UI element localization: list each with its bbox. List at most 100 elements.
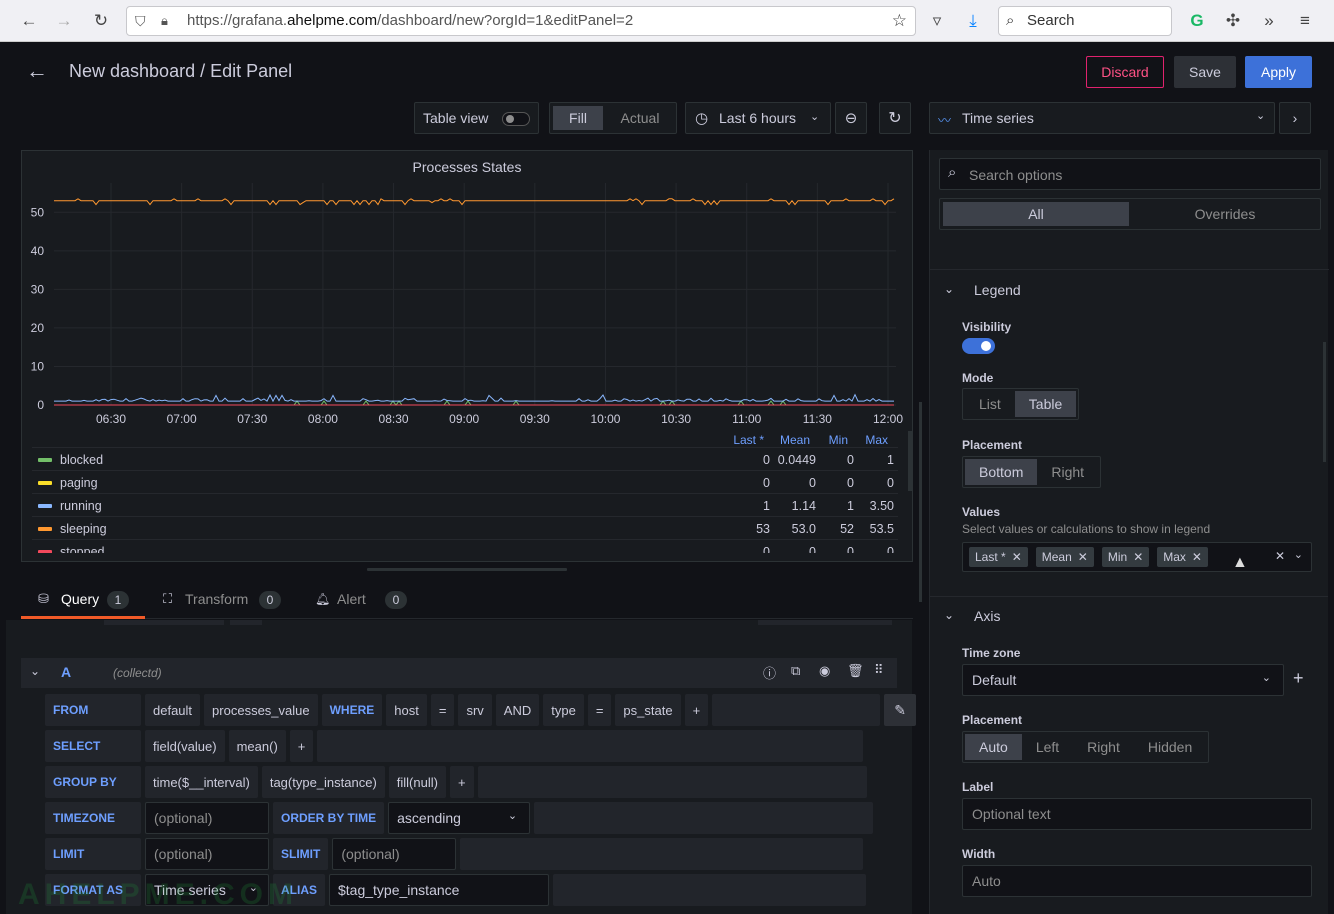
axis-right-option[interactable]: Right (1073, 734, 1134, 760)
axis-section-title[interactable]: Axis (974, 608, 1000, 624)
timezone-select[interactable]: Default ⌄ (962, 664, 1284, 696)
tab-alert[interactable]: 🔔︎ Alert 0 (315, 581, 415, 619)
overflow-chevrons-icon[interactable]: » (1256, 8, 1282, 34)
menu-icon[interactable]: ≡ (1292, 8, 1318, 34)
reload-icon[interactable]: ↻ (88, 8, 114, 34)
tab-overrides[interactable]: Overrides (1132, 202, 1318, 226)
back-arrow-icon[interactable]: ← (16, 8, 42, 34)
remove-x-icon[interactable]: ✕ (1133, 550, 1143, 564)
save-button[interactable]: Save (1174, 56, 1236, 88)
remove-x-icon[interactable]: ✕ (1012, 550, 1022, 564)
groupby-time[interactable]: time($__interval) (145, 766, 258, 798)
axis-collapse-icon[interactable]: ⌄ (944, 608, 954, 622)
extension-icon[interactable]: ✣ (1220, 8, 1246, 34)
chevron-down-icon[interactable]: ⌄ (1294, 548, 1303, 561)
clear-x-icon[interactable]: ✕ (1275, 549, 1285, 563)
legend-row[interactable]: sleeping 53 53.0 52 53.5 (32, 516, 898, 539)
add-where-button[interactable]: + (684, 694, 709, 726)
values-multiselect[interactable]: Last * ✕ Mean ✕ Min ✕ Max ✕ ✕ ⌄ (962, 542, 1312, 572)
legend-row[interactable]: paging 0 0 0 0 (32, 470, 898, 493)
fill-option[interactable]: Fill (553, 106, 603, 130)
zoom-out-icon[interactable]: ⊖ (835, 102, 867, 134)
pencil-icon[interactable]: ✎ (884, 694, 917, 726)
select-aggregation[interactable]: mean() (228, 730, 286, 762)
mode-list-option[interactable]: List (965, 391, 1015, 417)
tab-transform[interactable]: ⛶ Transform 0 (163, 581, 293, 619)
alias-input[interactable]: $tag_type_instance (329, 874, 549, 906)
trash-icon[interactable]: 🗑︎ (847, 663, 864, 679)
time-range-picker[interactable]: ◷ Last 6 hours ⌄ (685, 102, 831, 134)
tab-query[interactable]: ⛁ Query 1 (21, 581, 145, 619)
legend-header-cell[interactable]: Last * (733, 433, 764, 447)
eye-icon[interactable]: ◉ (819, 663, 830, 679)
legend-row[interactable]: running 1 1.14 1 3.50 (32, 493, 898, 516)
timezone-input[interactable]: (optional) (145, 802, 269, 834)
select-field[interactable]: field(value) (145, 730, 225, 762)
axis-left-option[interactable]: Left (1022, 734, 1073, 760)
placement-bottom-option[interactable]: Bottom (965, 459, 1038, 485)
groupby-tag[interactable]: tag(type_instance) (261, 766, 385, 798)
remove-x-icon[interactable]: ✕ (1192, 550, 1202, 564)
refresh-icon[interactable]: ↻ (879, 102, 911, 134)
where-key[interactable]: host (386, 694, 427, 726)
where-value[interactable]: srv (458, 694, 492, 726)
add-select-button[interactable]: + (289, 730, 314, 762)
bookmark-star-icon[interactable]: ☆ (892, 7, 907, 35)
value-chip[interactable]: Min ✕ (1101, 547, 1150, 567)
visualization-picker[interactable]: 〰 Time series ⌄ (929, 102, 1275, 134)
legend-header-cell[interactable]: Max (865, 433, 888, 447)
legend-row[interactable]: stopped 0 0 0 0 (32, 539, 898, 553)
actual-option[interactable]: Actual (610, 106, 670, 130)
legend-header-cell[interactable]: Min (829, 433, 848, 447)
browser-search[interactable]: ⌕ Search (998, 6, 1172, 36)
placement-right-option[interactable]: Right (1037, 459, 1098, 485)
back-arrow-icon[interactable]: ← (26, 58, 48, 84)
main-scrollbar[interactable] (919, 402, 922, 602)
legend-collapse-icon[interactable]: ⌄ (944, 282, 954, 296)
where-value[interactable]: ps_state (615, 694, 681, 726)
orderby-select[interactable]: ascending ⌄ (388, 802, 531, 834)
mode-table-option[interactable]: Table (1014, 391, 1077, 417)
axis-label-input[interactable]: Optional text (962, 798, 1312, 830)
from-policy[interactable]: default (145, 694, 201, 726)
options-scrollbar[interactable] (1323, 342, 1326, 462)
axis-auto-option[interactable]: Auto (965, 734, 1022, 760)
add-groupby-button[interactable]: + (449, 766, 474, 798)
where-key[interactable]: type (543, 694, 584, 726)
table-view-toggle[interactable]: Table view (414, 102, 539, 134)
apply-button[interactable]: Apply (1245, 56, 1312, 88)
collapse-chevron-icon[interactable]: ⌄ (30, 664, 40, 678)
toggle-switch[interactable] (502, 112, 530, 126)
axis-hidden-option[interactable]: Hidden (1134, 734, 1206, 760)
value-chip[interactable]: Max ✕ (1157, 547, 1208, 567)
visibility-switch[interactable] (962, 338, 995, 354)
download-icon[interactable]: ⤓ (960, 8, 986, 34)
value-chip[interactable]: Mean ✕ (1035, 547, 1094, 567)
forward-arrow-icon[interactable]: → (51, 8, 77, 34)
search-options-input[interactable]: ⌕ Search options (939, 158, 1321, 190)
add-plus-icon[interactable]: + (1293, 668, 1304, 689)
discard-button[interactable]: Discard (1086, 56, 1164, 88)
where-condition[interactable]: AND (495, 694, 540, 726)
value-chip[interactable]: Last * ✕ (969, 547, 1028, 567)
limit-input[interactable]: (optional) (145, 838, 269, 870)
legend-scrollbar[interactable] (908, 431, 912, 491)
from-measurement[interactable]: processes_value (204, 694, 318, 726)
grammarly-icon[interactable]: G (1184, 8, 1210, 34)
query-ref[interactable]: A (61, 664, 71, 680)
help-icon[interactable]: ⓘ (763, 663, 776, 682)
legend-header-cell[interactable]: Mean (780, 433, 810, 447)
duplicate-icon[interactable]: ⧉ (791, 663, 800, 679)
legend-section-title[interactable]: Legend (974, 282, 1021, 298)
drag-handle-icon[interactable]: ⠿ (874, 662, 884, 678)
chevron-right-icon[interactable]: › (1279, 102, 1311, 134)
url-bar[interactable]: ⛉ 🔒︎ https://grafana.ahelpme.com/dashboa… (126, 6, 916, 36)
remove-x-icon[interactable]: ✕ (1078, 550, 1088, 564)
pocket-icon[interactable]: ▿ (924, 8, 950, 34)
tab-all[interactable]: All (943, 202, 1129, 226)
slimit-input[interactable]: (optional) (332, 838, 457, 870)
legend-row[interactable]: blocked 0 0.0449 0 1 (32, 447, 898, 470)
where-operator[interactable]: = (587, 694, 612, 726)
panel-resize-handle[interactable] (367, 568, 567, 571)
where-operator[interactable]: = (430, 694, 455, 726)
